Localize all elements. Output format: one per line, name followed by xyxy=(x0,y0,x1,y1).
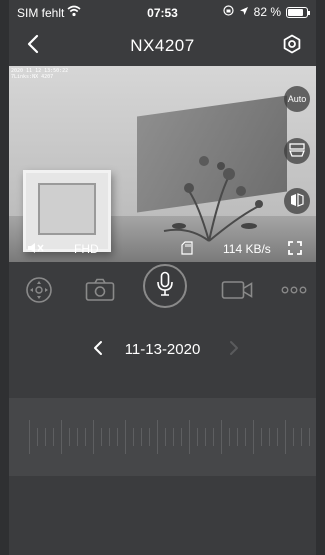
timeline-tick xyxy=(197,428,198,446)
timeline[interactable] xyxy=(9,398,316,476)
timeline-tick xyxy=(221,420,222,454)
video-record-icon[interactable] xyxy=(221,280,253,300)
osd-device: 7Links:NX 4207 xyxy=(11,74,54,80)
ptz-icon[interactable] xyxy=(25,276,53,304)
bitrate: 114 KB/s xyxy=(223,242,271,256)
status-right: 82 % xyxy=(223,5,310,19)
microphone-button[interactable] xyxy=(143,264,187,308)
timeline-tick xyxy=(261,428,262,446)
timeline-tick xyxy=(101,428,102,446)
timeline-tick xyxy=(189,420,190,454)
page-title: NX4207 xyxy=(130,36,195,55)
quality-button[interactable]: FHD xyxy=(74,242,99,256)
sd-card-icon xyxy=(181,241,193,258)
timeline-tick xyxy=(293,428,294,446)
timeline-tick xyxy=(69,428,70,446)
video-osd: 2020 11 12 13:50:22 7Links:NX 4207 xyxy=(11,68,68,80)
timeline-tick xyxy=(205,428,206,446)
timeline-tick xyxy=(285,420,286,454)
timeline-tick xyxy=(237,428,238,446)
timeline-tick xyxy=(301,428,302,446)
timeline-tick xyxy=(245,428,246,446)
orientation-lock-icon xyxy=(223,5,234,19)
date-navigator: 11-13-2020 xyxy=(9,334,316,364)
speaker-muted-icon[interactable] xyxy=(27,242,45,257)
control-row xyxy=(9,264,316,316)
timeline-tick xyxy=(181,428,182,446)
timeline-tick xyxy=(37,428,38,446)
next-day-icon[interactable] xyxy=(229,340,239,361)
flip-button[interactable] xyxy=(284,138,310,164)
app-screen: SIM fehlt 07:53 82 % NX4207 2020 11 12 1… xyxy=(9,0,316,555)
timeline-tick xyxy=(85,428,86,446)
timeline-tick xyxy=(53,428,54,446)
timeline-tick xyxy=(77,428,78,446)
timeline-tick xyxy=(253,420,254,454)
battery-text: 82 % xyxy=(253,5,281,19)
location-icon xyxy=(239,5,249,19)
timeline-tick xyxy=(149,428,150,446)
timeline-tick xyxy=(141,428,142,446)
timeline-tick xyxy=(269,428,270,446)
timeline-tick xyxy=(125,420,126,454)
timeline-tick xyxy=(309,428,310,446)
more-icon[interactable] xyxy=(281,286,307,294)
timeline-tick xyxy=(165,428,166,446)
video-feed[interactable]: 2020 11 12 13:50:22 7Links:NX 4207 Auto … xyxy=(9,66,316,262)
playback-date: 11-13-2020 xyxy=(124,341,201,358)
nav-bar: NX4207 xyxy=(9,28,316,64)
timeline-tick xyxy=(29,420,30,454)
timeline-tick xyxy=(61,420,62,454)
flip-icon xyxy=(289,143,305,159)
timeline-tick xyxy=(173,428,174,446)
timeline-tick xyxy=(45,428,46,446)
auto-label: Auto xyxy=(287,94,307,104)
settings-icon[interactable] xyxy=(282,34,302,59)
timeline-tick xyxy=(157,420,158,454)
timeline-tick xyxy=(117,428,118,446)
timeline-tick xyxy=(213,428,214,446)
video-toolbar: FHD 114 KB/s xyxy=(9,234,316,262)
fullscreen-icon[interactable] xyxy=(288,241,302,258)
scene-plant xyxy=(163,156,263,242)
timeline-tick xyxy=(109,428,110,446)
mirror-icon xyxy=(290,193,304,209)
timeline-tick xyxy=(277,428,278,446)
battery-icon xyxy=(286,6,310,18)
auto-button[interactable]: Auto xyxy=(284,86,310,112)
timeline-tick xyxy=(133,428,134,446)
status-bar: SIM fehlt 07:53 82 % xyxy=(9,0,316,24)
mirror-button[interactable] xyxy=(284,188,310,214)
timeline-tick xyxy=(229,428,230,446)
timeline-tick xyxy=(93,420,94,454)
microphone-icon xyxy=(156,271,174,302)
camera-icon[interactable] xyxy=(85,278,115,302)
